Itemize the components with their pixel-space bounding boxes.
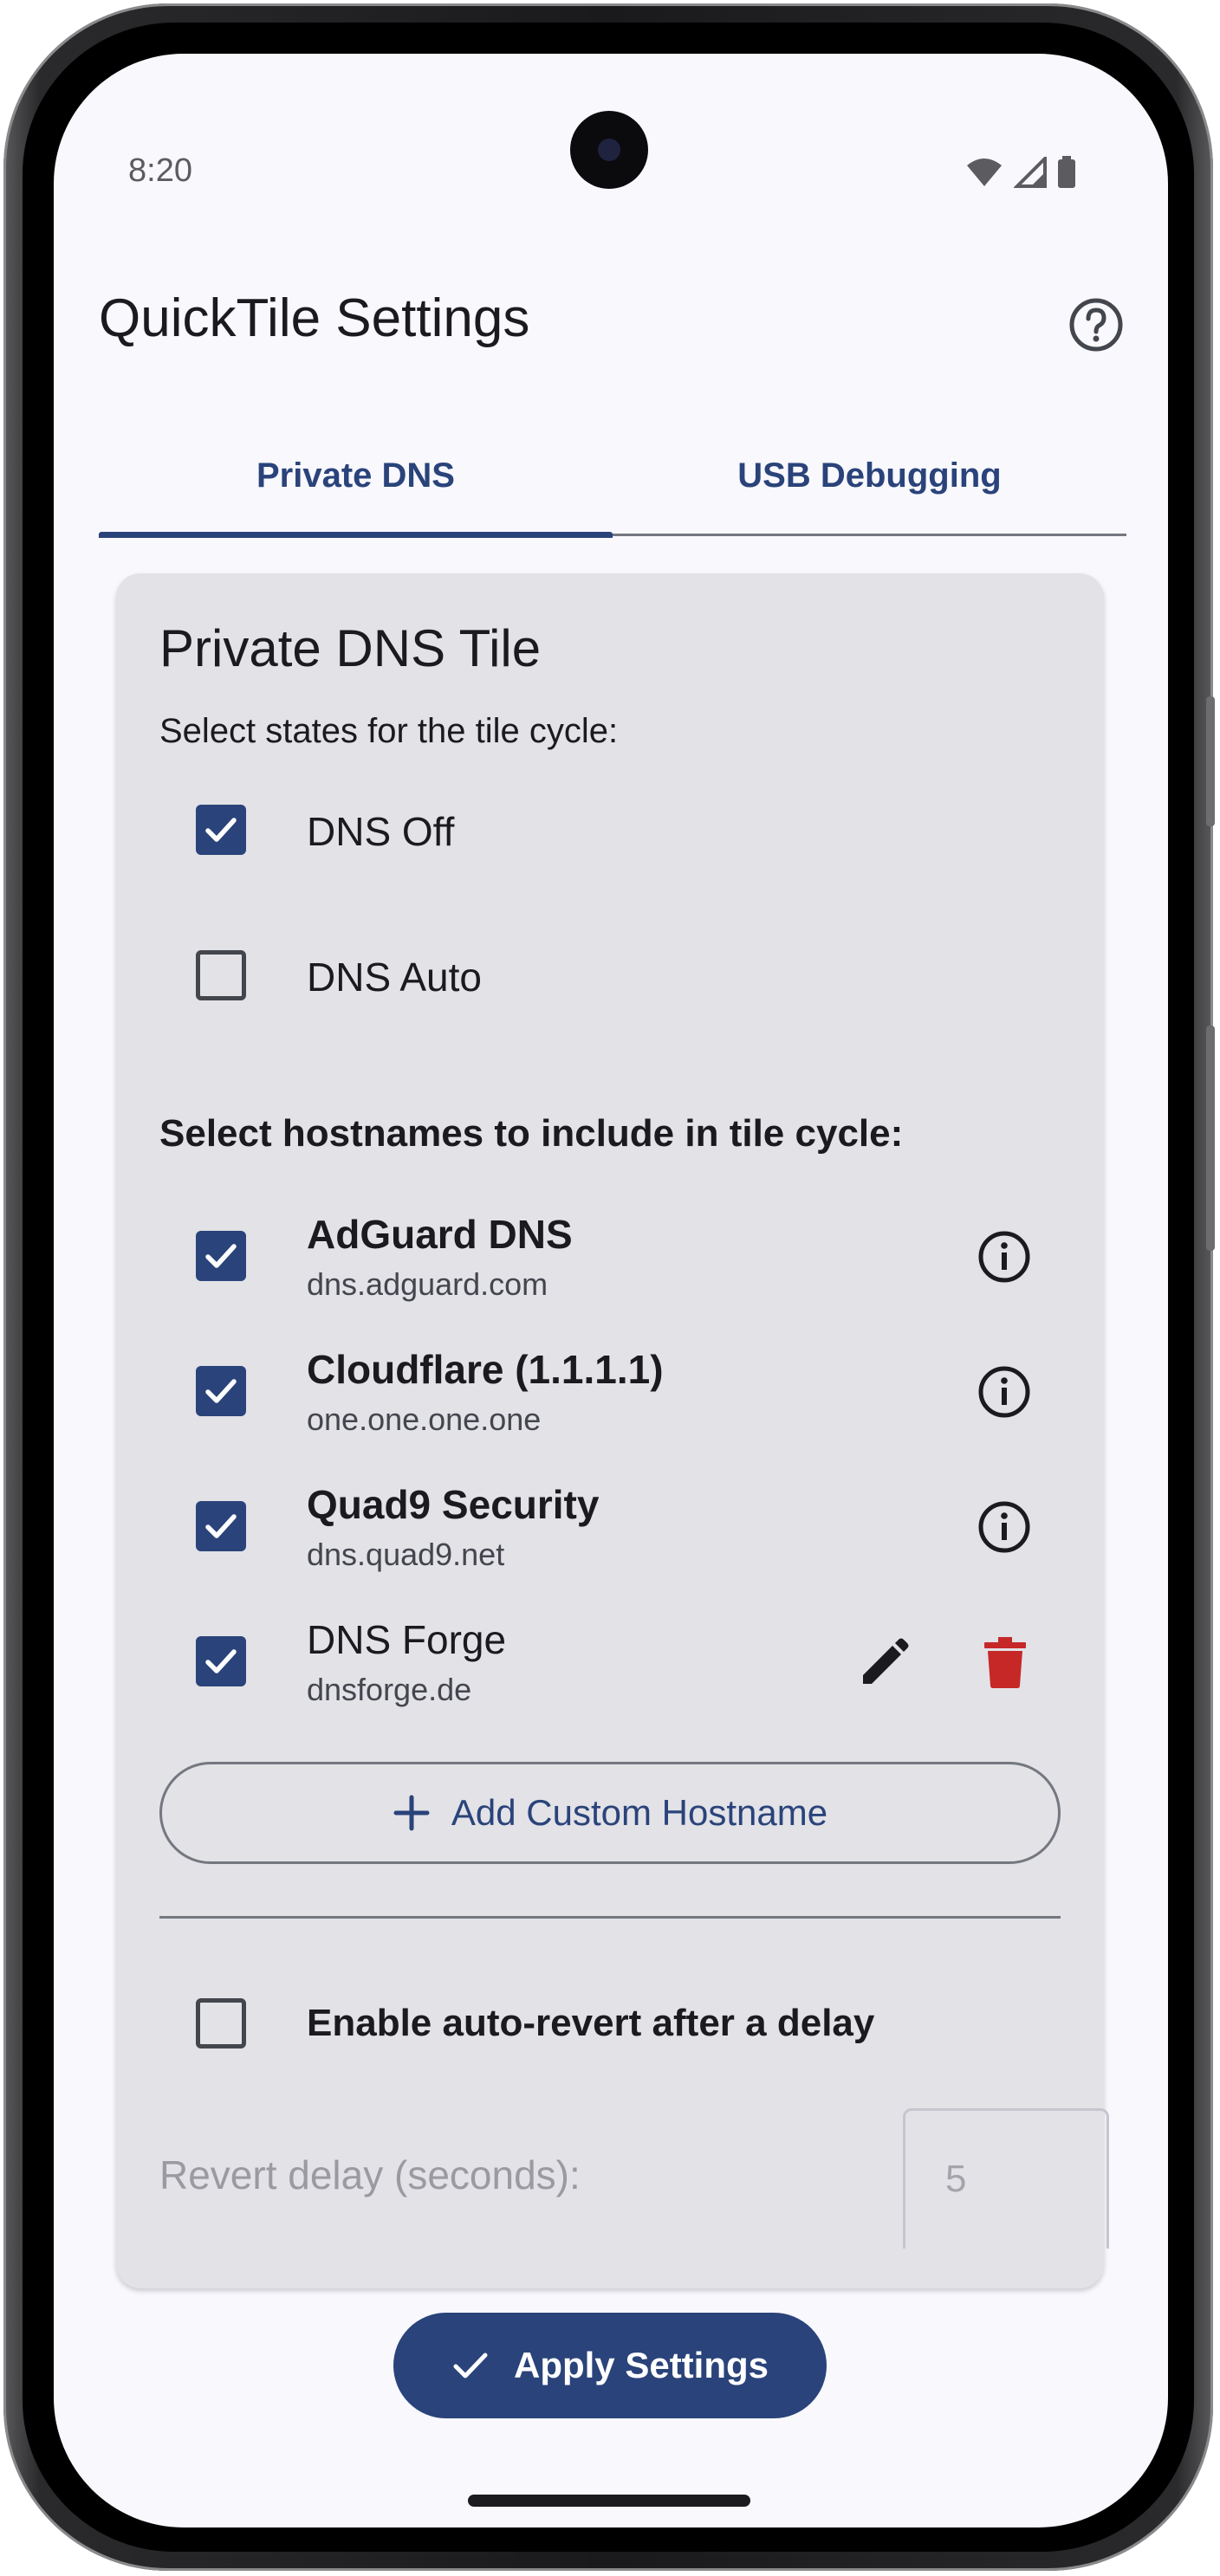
hostname-address: one.one.one.one — [307, 1401, 542, 1437]
checkbox-auto-revert[interactable] — [196, 1998, 246, 2049]
checkbox-dns-forge[interactable] — [196, 1636, 246, 1686]
hostname-address: dnsforge.de — [307, 1672, 472, 1707]
plus-icon — [393, 1795, 430, 1831]
power-button — [1206, 1026, 1215, 1251]
hostname-address: dns.adguard.com — [307, 1266, 548, 1302]
delete-icon[interactable] — [983, 1635, 1028, 1689]
auto-revert-row[interactable]: Enable auto-revert after a delay — [159, 1963, 1061, 2084]
cellular-signal-icon — [1014, 157, 1047, 188]
apply-settings-button[interactable]: Apply Settings — [393, 2313, 827, 2418]
screen: 8:20 QuickTile Settings Private DNS USB … — [54, 54, 1168, 2527]
apply-settings-label: Apply Settings — [513, 2345, 769, 2385]
info-icon[interactable] — [977, 1230, 1031, 1284]
states-subtitle: Select states for the tile cycle: — [159, 712, 619, 750]
state-row-dns-off[interactable]: DNS Off — [159, 769, 1061, 890]
revert-delay-label: Revert delay (seconds): — [159, 2152, 581, 2197]
checkbox-adguard[interactable] — [196, 1231, 246, 1281]
check-icon — [205, 818, 237, 842]
tab-private-dns[interactable]: Private DNS — [99, 417, 613, 538]
app-title: QuickTile Settings — [99, 288, 530, 348]
tab-bar: Private DNS USB Debugging — [99, 417, 1126, 538]
add-custom-hostname-button[interactable]: Add Custom Hostname — [159, 1762, 1061, 1864]
private-dns-card: Private DNS Tile Select states for the t… — [116, 573, 1109, 2288]
hostname-row-adguard[interactable]: AdGuard DNS dns.adguard.com — [159, 1195, 1061, 1317]
hostname-name: Quad9 Security — [307, 1482, 600, 1527]
checkbox-dns-auto[interactable] — [196, 950, 246, 1000]
status-time: 8:20 — [128, 152, 192, 189]
home-indicator[interactable] — [468, 2495, 750, 2507]
check-icon — [205, 1514, 237, 1538]
edit-icon[interactable] — [858, 1637, 910, 1689]
info-icon[interactable] — [977, 1365, 1031, 1419]
checkbox-dns-off[interactable] — [196, 805, 246, 855]
check-icon — [205, 1379, 237, 1403]
check-icon — [453, 2353, 488, 2379]
hostname-row-quad9[interactable]: Quad9 Security dns.quad9.net — [159, 1466, 1061, 1587]
state-label-dns-off: DNS Off — [307, 809, 455, 854]
tab-usb-debugging[interactable]: USB Debugging — [613, 417, 1126, 534]
hostname-row-dns-forge[interactable]: DNS Forge dnsforge.de — [159, 1601, 1061, 1722]
add-custom-hostname-label: Add Custom Hostname — [451, 1792, 828, 1833]
front-camera — [570, 111, 648, 189]
volume-button — [1206, 696, 1215, 826]
hostname-name: AdGuard DNS — [307, 1212, 573, 1257]
info-icon[interactable] — [977, 1500, 1031, 1554]
hostname-row-cloudflare[interactable]: Cloudflare (1.1.1.1) one.one.one.one — [159, 1330, 1061, 1452]
phone-frame: 8:20 QuickTile Settings Private DNS USB … — [3, 3, 1215, 2571]
checkbox-cloudflare[interactable] — [196, 1366, 246, 1416]
hostname-name: DNS Forge — [307, 1617, 507, 1662]
checkbox-quad9[interactable] — [196, 1501, 246, 1551]
state-row-dns-auto[interactable]: DNS Auto — [159, 915, 1061, 1036]
hostname-address: dns.quad9.net — [307, 1537, 505, 1572]
check-icon — [205, 1649, 237, 1673]
check-icon — [205, 1244, 237, 1268]
hostnames-heading: Select hostnames to include in tile cycl… — [159, 1112, 904, 1155]
card-title: Private DNS Tile — [159, 619, 542, 677]
revert-delay-input[interactable]: 5 — [903, 2108, 1109, 2249]
wifi-icon — [967, 159, 1002, 186]
auto-revert-label: Enable auto-revert after a delay — [307, 2002, 875, 2044]
divider — [159, 1916, 1061, 1919]
battery-icon — [1058, 156, 1075, 188]
state-label-dns-auto: DNS Auto — [307, 955, 482, 1000]
help-icon[interactable] — [1068, 296, 1125, 353]
hostname-name: Cloudflare (1.1.1.1) — [307, 1347, 664, 1392]
status-icons — [965, 156, 1076, 189]
